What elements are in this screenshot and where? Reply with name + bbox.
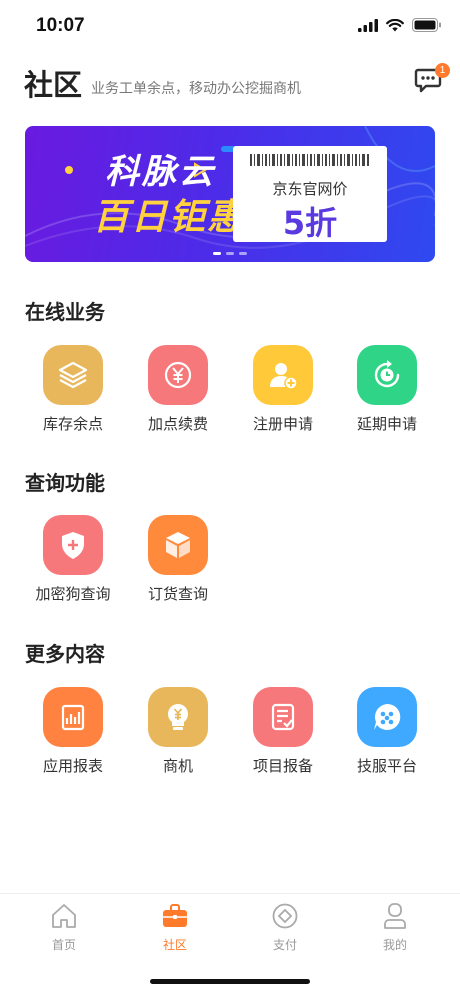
yuan-bulb-icon [148,687,208,747]
grid-item-register[interactable]: 注册申请 [231,345,335,434]
grid-item-business-opportunity[interactable]: 商机 [126,687,230,776]
grid-item-label: 加点续费 [147,415,208,433]
pager-dot[interactable] [213,252,221,255]
pay-coin-icon [272,903,298,929]
layers-icon [43,345,103,405]
wifi-icon [386,18,404,31]
banner-pager [25,252,435,255]
status-icons [358,18,442,32]
banner-headline: 百日钜惠 [93,197,246,238]
page-subtitle: 业务工单余点，移动办公挖掘商机 [91,81,301,97]
tab-label: 社区 [162,938,187,952]
grid-item-project-report[interactable]: 项目报备 [231,687,335,776]
yuan-coin-icon [148,345,208,405]
grid-item-inventory[interactable]: 库存余点 [21,345,125,434]
grid-item-order-query[interactable]: 订货查询 [126,515,230,604]
box-icon [148,515,208,575]
message-button[interactable]: 1 [414,63,450,96]
ticket-store-text: 京东官网价 [272,180,348,198]
grid-item-recharge[interactable]: 加点续费 [126,345,230,434]
tab-profile[interactable]: 我的 [355,902,435,953]
support-chat-icon [357,687,417,747]
ticket-discount-text: 5折 [282,204,338,242]
grid-item-label: 订货查询 [147,585,208,603]
discount-ticket: 京东官网价 5折 [233,146,387,242]
shield-plus-icon [43,515,103,575]
user-icon [384,903,406,929]
add-user-icon [253,345,313,405]
promo-banner[interactable]: 科脉云 百日钜惠 京东官网价 5折 [25,126,435,262]
battery-icon [412,18,441,32]
grid-item-dongle-query[interactable]: 加密狗查询 [21,515,125,604]
home-indicator[interactable] [150,979,310,984]
tab-home[interactable]: 首页 [24,902,104,953]
tab-pay[interactable]: 支付 [245,902,325,953]
grid-item-label: 项目报备 [252,757,313,775]
grid-item-label: 应用报表 [42,757,103,775]
status-time: 10:07 [36,15,85,36]
grid-item-label: 库存余点 [42,415,103,433]
message-badge: 1 [435,63,450,78]
page-header: 社区 业务工单余点，移动办公挖掘商机 1 [0,60,460,110]
page-title: 社区 [24,68,83,102]
tab-label: 我的 [382,938,407,952]
grid-item-label: 加密狗查询 [35,585,111,603]
grid-item-tech-platform[interactable]: 技服平台 [335,687,439,776]
tab-community[interactable]: 社区 [135,902,215,953]
section-title-query: 查询功能 [25,471,105,495]
briefcase-icon [163,904,187,927]
checklist-icon [253,687,313,747]
chart-doc-icon [43,687,103,747]
clock-refresh-icon [357,345,417,405]
grid-item-label: 技服平台 [356,757,417,775]
section-title-more: 更多内容 [25,642,105,666]
banner-brand: 科脉云 [105,152,216,192]
grid-item-extension[interactable]: 延期申请 [335,345,439,434]
grid-item-label: 延期申请 [356,415,417,433]
home-icon [52,904,76,928]
status-bar: 10:07 [0,0,460,54]
grid-item-app-report[interactable]: 应用报表 [21,687,125,776]
grid-item-label: 商机 [162,757,193,775]
tab-label: 首页 [51,938,76,952]
grid-item-label: 注册申请 [252,415,313,433]
barcode-icon [250,154,369,166]
signal-icon [358,18,378,32]
tab-label: 支付 [272,938,297,952]
pager-dot[interactable] [226,252,234,255]
pager-dot[interactable] [239,252,247,255]
section-title-online: 在线业务 [25,300,105,324]
